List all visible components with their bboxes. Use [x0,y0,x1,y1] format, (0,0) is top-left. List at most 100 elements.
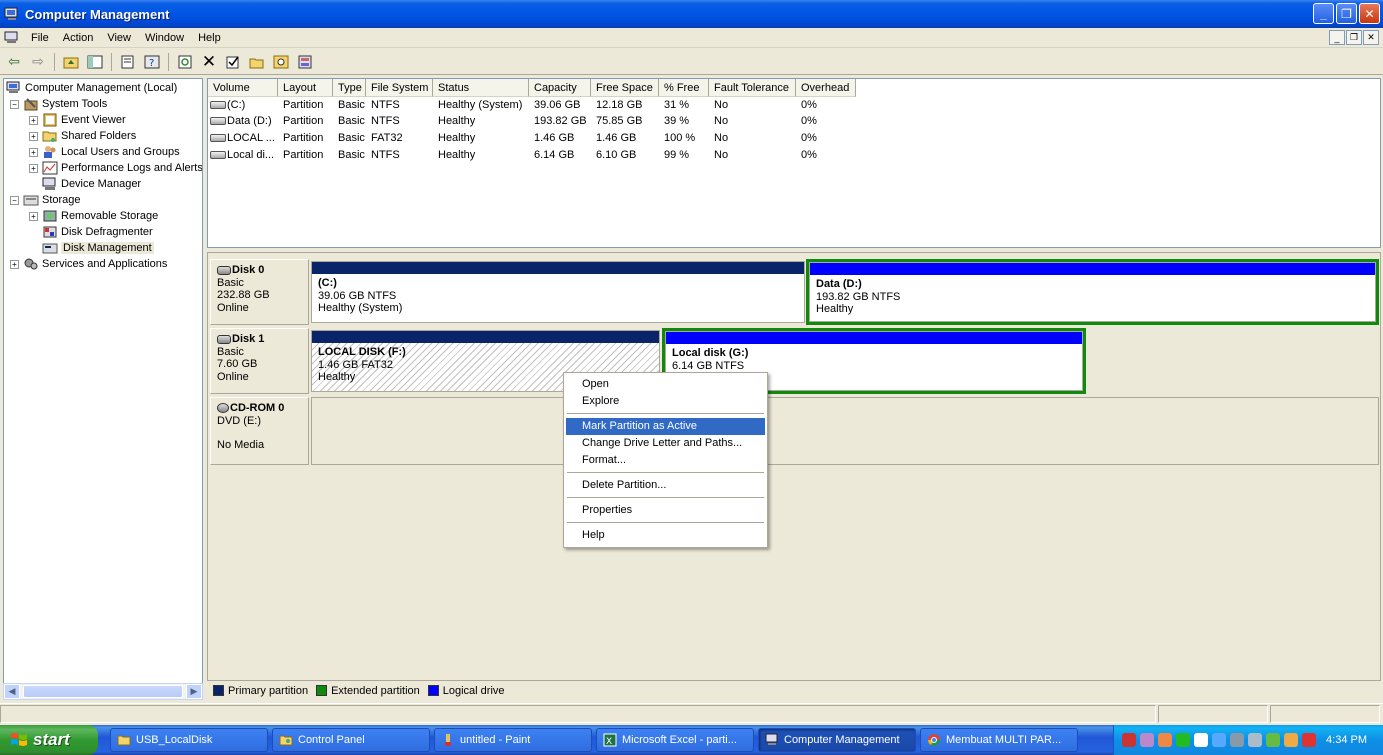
taskbar-button-computer-management[interactable]: Computer Management [758,728,916,752]
column-header-status[interactable]: Status [433,79,529,97]
context-menu-mark-partition-active[interactable]: Mark Partition as Active [566,418,765,435]
taskbar-button-paint[interactable]: untitled - Paint [434,728,592,752]
partition-d[interactable]: Data (D:) 193.82 GB NTFS Healthy [809,262,1376,322]
search-icon[interactable] [271,52,291,72]
column-header-volume[interactable]: Volume [208,79,278,97]
volume-row[interactable]: LOCAL ... Partition Basic FAT32 Healthy … [208,130,856,146]
expand-icon[interactable]: + [10,259,19,269]
tree-item-disk-management[interactable]: Disk Management [42,240,154,256]
show-hide-tree-icon[interactable] [85,52,105,72]
tree-item-disk-defragmenter[interactable]: Disk Defragmenter [42,224,153,240]
window-menu-icon[interactable] [4,31,20,45]
cdrom-0-area[interactable] [311,397,1379,465]
context-menu-format[interactable]: Format... [566,452,765,469]
tree-horizontal-scrollbar[interactable]: ◀ ▶ [3,683,203,700]
mdi-minimize-button[interactable]: _ [1329,30,1345,45]
volume-list[interactable]: Volume Layout Type File System Status Ca… [207,78,1381,248]
volume-row[interactable]: Local di... Partition Basic NTFS Healthy… [208,147,856,163]
tray-icon[interactable] [1284,733,1298,747]
volume-row[interactable]: (C:) Partition Basic NTFS Healthy (Syste… [208,97,856,113]
taskbar-button-control-panel[interactable]: Control Panel [272,728,430,752]
cdrom-0-label[interactable]: CD-ROM 0 DVD (E:) No Media [210,397,309,465]
forward-arrow-icon[interactable]: ⇨ [28,52,48,72]
column-header-percent-free[interactable]: % Free [659,79,709,97]
tree-item-computer-management[interactable]: Computer Management (Local) [6,80,177,96]
tree-item-storage[interactable]: − Storage [10,192,81,208]
tray-icon[interactable] [1302,733,1316,747]
refresh-icon[interactable] [175,52,195,72]
close-button[interactable]: ✕ [1359,3,1380,24]
disk-1-label[interactable]: Disk 1 Basic 7.60 GB Online [210,328,309,394]
collapse-icon[interactable]: − [10,99,19,109]
mdi-restore-button[interactable]: ❐ [1346,30,1362,45]
column-header-fault-tolerance[interactable]: Fault Tolerance [709,79,796,97]
context-menu-properties[interactable]: Properties [566,502,765,519]
delete-icon[interactable]: ✕ [199,52,219,72]
disk-graphical-view[interactable]: Disk 0 Basic 232.88 GB Online (C:) 39.06… [207,252,1381,700]
drive-icon [210,101,226,109]
minimize-button[interactable]: _ [1313,3,1334,24]
maximize-button[interactable]: ❐ [1336,3,1357,24]
context-menu-change-drive-letter[interactable]: Change Drive Letter and Paths... [566,435,765,452]
taskbar-button-chrome[interactable]: Membuat MULTI PAR... [920,728,1078,752]
taskbar-button-excel[interactable]: X Microsoft Excel - parti... [596,728,754,752]
check-icon[interactable] [223,52,243,72]
menu-view[interactable]: View [100,32,138,44]
display-tray-icon[interactable] [1230,733,1244,747]
menu-window[interactable]: Window [138,32,191,44]
scroll-left-arrow-icon[interactable]: ◀ [4,684,20,699]
menu-action[interactable]: Action [56,32,101,44]
open-icon[interactable] [247,52,267,72]
up-folder-icon[interactable] [61,52,81,72]
mdi-close-button[interactable]: ✕ [1363,30,1379,45]
column-header-file-system[interactable]: File System [366,79,433,97]
console-tree[interactable]: Computer Management (Local) − System Too… [3,78,203,700]
tree-item-performance-logs[interactable]: + Performance Logs and Alerts [29,160,202,176]
tray-icon[interactable] [1248,733,1262,747]
tray-icon[interactable] [1194,733,1208,747]
expand-icon[interactable]: + [29,147,38,157]
context-menu-explore[interactable]: Explore [566,393,765,410]
search-tray-icon[interactable] [1212,733,1226,747]
partition-c[interactable]: (C:) 39.06 GB NTFS Healthy (System) [311,261,805,323]
column-header-layout[interactable]: Layout [278,79,333,97]
expand-icon[interactable]: + [29,131,38,141]
tree-item-event-viewer[interactable]: + Event Viewer [29,112,126,128]
menu-file[interactable]: File [24,32,56,44]
column-header-type[interactable]: Type [333,79,366,97]
network-tray-icon[interactable] [1140,733,1154,747]
menu-help[interactable]: Help [191,32,228,44]
back-arrow-icon[interactable]: ⇦ [4,52,24,72]
scroll-right-arrow-icon[interactable]: ▶ [186,684,202,699]
context-menu-open[interactable]: Open [566,376,765,393]
context-menu-help[interactable]: Help [566,527,765,544]
expand-icon[interactable]: + [29,163,38,173]
media-play-tray-icon[interactable] [1176,733,1190,747]
tree-item-device-manager[interactable]: Device Manager [42,176,141,192]
column-header-capacity[interactable]: Capacity [529,79,591,97]
column-header-overhead[interactable]: Overhead [796,79,856,97]
tree-item-shared-folders[interactable]: + Shared Folders [29,128,136,144]
context-menu-delete-partition[interactable]: Delete Partition... [566,477,765,494]
taskbar-button-usb-localdisk[interactable]: USB_LocalDisk [110,728,268,752]
collapse-icon[interactable]: − [10,195,19,205]
settings-icon[interactable] [295,52,315,72]
tree-item-local-users-and-groups[interactable]: + Local Users and Groups [29,144,180,160]
scroll-thumb[interactable] [23,685,183,698]
start-button[interactable]: start [0,725,98,755]
expand-icon[interactable]: + [29,211,38,221]
disk-0-label[interactable]: Disk 0 Basic 232.88 GB Online [210,259,309,325]
expand-icon[interactable]: + [29,115,38,125]
antivirus-tray-icon[interactable] [1122,733,1136,747]
tree-item-services-and-applications[interactable]: + Services and Applications [10,256,167,272]
title-bar[interactable]: Computer Management _ ❐ ✕ [0,0,1383,28]
volume-row[interactable]: Data (D:) Partition Basic NTFS Healthy 1… [208,113,856,129]
tree-item-system-tools[interactable]: − System Tools [10,96,107,112]
column-header-free-space[interactable]: Free Space [591,79,659,97]
tray-icon[interactable] [1266,733,1280,747]
tray-icon[interactable] [1158,733,1172,747]
help-icon[interactable]: ? [142,52,162,72]
clock[interactable]: 4:34 PM [1326,734,1367,746]
tree-item-removable-storage[interactable]: + Removable Storage [29,208,158,224]
properties-icon[interactable] [118,52,138,72]
